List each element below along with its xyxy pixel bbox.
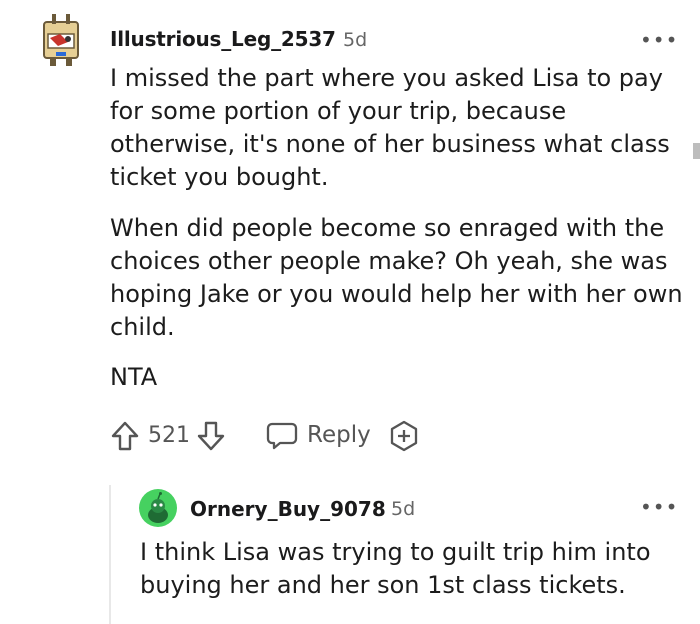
comment-paragraph: I missed the part where you asked Lisa t… — [110, 64, 670, 191]
reply-age: 5d — [391, 498, 416, 520]
comment-username[interactable]: Illustrious_Leg_2537 — [110, 27, 336, 51]
reply-icon[interactable] — [266, 421, 298, 451]
upvote-icon[interactable] — [110, 420, 140, 452]
comment-paragraph: NTA — [110, 363, 158, 391]
user-avatar[interactable] — [38, 12, 84, 70]
reply-button[interactable]: Reply — [307, 422, 371, 448]
more-options-icon[interactable]: ••• — [640, 28, 678, 52]
reply-username[interactable]: Ornery_Buy_9078 — [190, 497, 386, 521]
comment-paragraph: When did people become so enraged with t… — [110, 214, 683, 341]
award-icon[interactable] — [388, 420, 420, 452]
vote-score: 521 — [148, 423, 190, 448]
thread-line[interactable] — [109, 485, 111, 624]
reply-more-options-icon[interactable]: ••• — [640, 495, 678, 519]
downvote-icon[interactable] — [196, 420, 226, 452]
scrollbar-thumb[interactable] — [693, 143, 700, 159]
reply-user-avatar[interactable] — [138, 488, 178, 528]
reply-text: I think Lisa was trying to guilt trip hi… — [140, 538, 651, 599]
comment-age: 5d — [343, 29, 368, 51]
